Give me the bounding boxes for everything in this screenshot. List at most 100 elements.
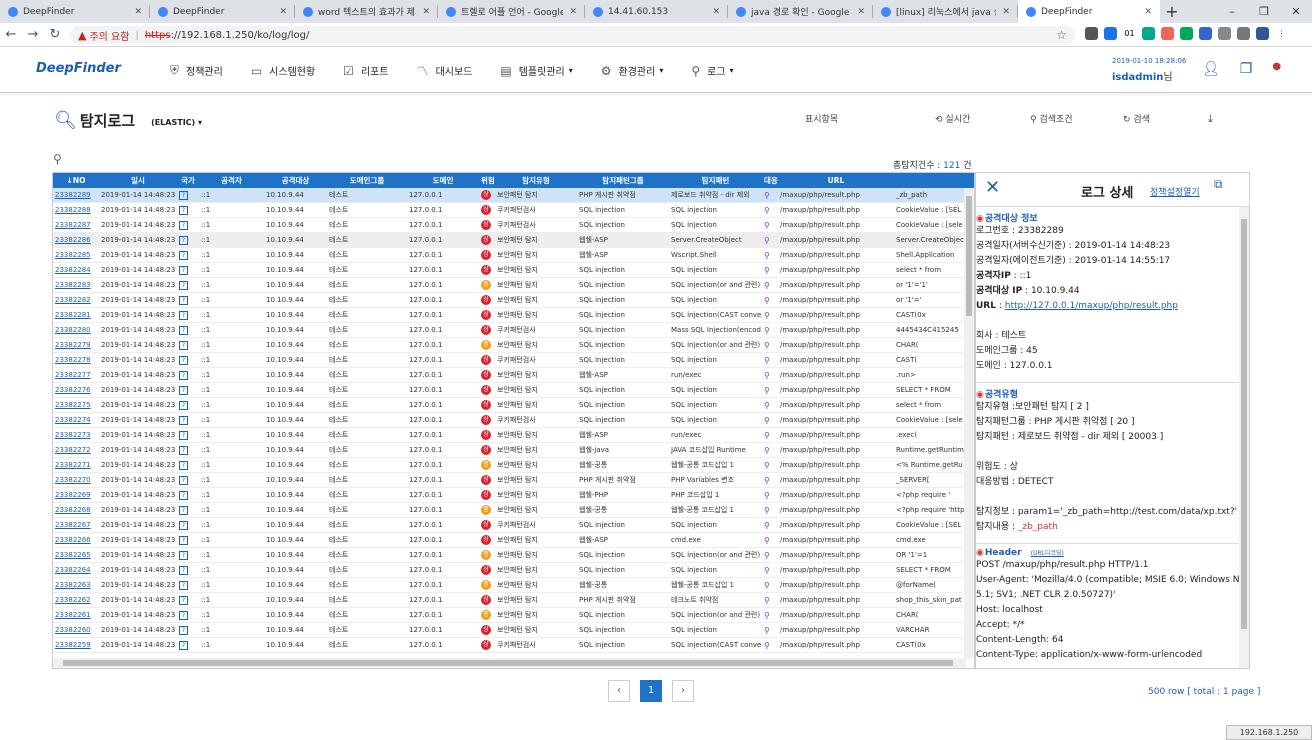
browser-tab[interactable]: java 경로 확인 - Google 검색✕ [728, 0, 873, 23]
log-no-link[interactable]: 23382271 [55, 461, 91, 469]
column-header[interactable]: 도메인그룹 [327, 175, 407, 186]
log-no-link[interactable]: 23382289 [55, 191, 91, 199]
next-page-button[interactable]: › [672, 680, 694, 702]
magnifier-icon[interactable]: ⚲ [764, 326, 770, 335]
table-row[interactable]: 23382282 2019-01-14 14:48:23?::1 10.10.9.4… [53, 293, 974, 308]
magnifier-icon[interactable]: ⚲ [764, 641, 770, 650]
forward-icon[interactable]: → [22, 27, 44, 42]
table-row[interactable]: 23382272 2019-01-14 14:48:23?::1 10.10.9.4… [53, 443, 974, 458]
extension-badge[interactable]: 01 [1123, 27, 1136, 40]
log-no-link[interactable]: 23382272 [55, 446, 91, 454]
new-tab-button[interactable]: + [1160, 0, 1184, 23]
detail-url-link[interactable]: http://127.0.0.1/maxup/php/result.php [1005, 301, 1178, 311]
column-header[interactable]: 위험 [479, 175, 495, 186]
display-items-button[interactable]: 표시항목 [805, 112, 838, 125]
menu-item[interactable]: ▭ 시스템현황 [251, 62, 315, 79]
url-input[interactable]: ▲ 주의 요함 | https ://192.168.1.250/ko/log/… [70, 26, 1075, 44]
close-icon[interactable]: ✕ [985, 177, 1000, 198]
menu-kebab-icon[interactable]: ⋮ [1275, 27, 1288, 40]
table-row[interactable]: 23382260 2019-01-14 14:48:23?::1 10.10.9.4… [53, 623, 974, 638]
username[interactable]: isdadmin님 [1112, 68, 1186, 83]
prev-page-button[interactable]: ‹ [608, 680, 630, 702]
magnifier-icon[interactable]: ⚲ [764, 581, 770, 590]
table-row[interactable]: 23382265 2019-01-14 14:48:23?::1 10.10.9.4… [53, 548, 974, 563]
magnifier-icon[interactable]: ⚲ [764, 356, 770, 365]
log-no-link[interactable]: 23382278 [55, 356, 91, 364]
magnifier-icon[interactable]: ⚲ [764, 206, 770, 215]
table-row[interactable]: 23382267 2019-01-14 14:48:23?::1 10.10.9.4… [53, 518, 974, 533]
page-button[interactable]: 1 [640, 680, 662, 702]
close-tab-icon[interactable]: ✕ [569, 7, 577, 17]
extension-icon[interactable] [1085, 27, 1098, 40]
column-header[interactable]: 탐지패턴 [669, 175, 762, 186]
close-tab-icon[interactable]: ✕ [422, 7, 430, 17]
table-row[interactable]: 23382287 2019-01-14 14:48:23?::1 10.10.9.4… [53, 218, 974, 233]
back-icon[interactable]: ← [0, 27, 22, 42]
column-header[interactable]: 공격대상 [264, 175, 327, 186]
magnifier-icon[interactable]: ⚲ [764, 251, 770, 260]
magnifier-icon[interactable]: ⚲ [764, 371, 770, 380]
menu-item[interactable]: ▤ 템플릿관리 ▾ [500, 62, 572, 79]
magnifier-icon[interactable]: ⚲ [764, 341, 770, 350]
magnifier-icon[interactable]: ⚲ [764, 536, 770, 545]
table-row[interactable]: 23382261 2019-01-14 14:48:23?::1 10.10.9.4… [53, 608, 974, 623]
table-row[interactable]: 23382273 2019-01-14 14:48:23?::1 10.10.9.4… [53, 428, 974, 443]
extension-icon[interactable] [1180, 27, 1193, 40]
magnifier-icon[interactable]: ⚲ [764, 461, 770, 470]
table-row[interactable]: 23382284 2019-01-14 14:48:23?::1 10.10.9.4… [53, 263, 974, 278]
profile-avatar[interactable] [1256, 27, 1269, 40]
minimize-icon[interactable]: – [1216, 0, 1248, 23]
menu-item[interactable]: ☑ 리포트 [343, 62, 388, 79]
window-icon[interactable]: ❐ [1240, 61, 1253, 77]
table-row[interactable]: 23382262 2019-01-14 14:48:23?::1 10.10.9.4… [53, 593, 974, 608]
table-row[interactable]: 23382264 2019-01-14 14:48:23?::1 10.10.9.4… [53, 563, 974, 578]
browser-tab[interactable]: DeepFinder ✕ [1018, 0, 1160, 23]
browser-tab[interactable]: DeepFinder ✕ [0, 0, 150, 23]
column-header[interactable]: 도메인 [407, 175, 479, 186]
extension-icon[interactable] [1142, 27, 1155, 40]
log-no-link[interactable]: 23382276 [55, 386, 91, 394]
grid-search-icon[interactable]: ⚲ [53, 152, 62, 166]
download-icon[interactable]: ⤓ [1208, 112, 1213, 126]
user-icon[interactable]: 👤︎ [1202, 61, 1220, 77]
browser-tab[interactable]: 14.41.60.153 ✕ [585, 0, 728, 23]
extension-icon[interactable] [1237, 27, 1250, 40]
magnifier-icon[interactable]: ⚲ [764, 551, 770, 560]
log-no-link[interactable]: 23382281 [55, 311, 91, 319]
table-row[interactable]: 23382278 2019-01-14 14:48:23?::1 10.10.9.4… [53, 353, 974, 368]
magnifier-icon[interactable]: ⚲ [764, 236, 770, 245]
table-row[interactable]: 23382285 2019-01-14 14:48:23?::1 10.10.9.4… [53, 248, 974, 263]
magnifier-icon[interactable]: ⚲ [764, 446, 770, 455]
grid-horizontal-scrollbar[interactable] [53, 658, 966, 668]
table-row[interactable]: 23382266 2019-01-14 14:48:23?::1 10.10.9.4… [53, 533, 974, 548]
close-window-icon[interactable]: ✕ [1280, 0, 1312, 23]
log-no-link[interactable]: 23382282 [55, 296, 91, 304]
flag-kr-icon[interactable]: ● [1272, 61, 1281, 77]
column-header[interactable]: ↓NO [53, 176, 99, 185]
browser-tab[interactable]: DeepFinder ✕ [150, 0, 295, 23]
magnifier-icon[interactable]: ⚲ [764, 401, 770, 410]
magnifier-icon[interactable]: ⚲ [764, 311, 770, 320]
external-link-icon[interactable]: ⧉ [1214, 177, 1223, 192]
table-row[interactable]: 23382263 2019-01-14 14:48:23?::1 10.10.9.4… [53, 578, 974, 593]
reload-icon[interactable]: ↻ [44, 27, 66, 42]
magnifier-icon[interactable]: ⚲ [764, 476, 770, 485]
magnifier-icon[interactable]: ⚲ [764, 611, 770, 620]
magnifier-icon[interactable]: ⚲ [764, 521, 770, 530]
log-no-link[interactable]: 23382265 [55, 551, 91, 559]
log-no-link[interactable]: 23382285 [55, 251, 91, 259]
close-tab-icon[interactable]: ✕ [1002, 7, 1010, 17]
magnifier-icon[interactable]: ⚲ [764, 416, 770, 425]
log-no-link[interactable]: 23382286 [55, 236, 91, 244]
bookmark-star-icon[interactable]: ☆ [1056, 28, 1067, 42]
grid-vertical-scrollbar[interactable] [964, 188, 974, 659]
magnifier-icon[interactable]: ⚲ [764, 296, 770, 305]
browser-tab[interactable]: [linux] 리눅스에서 java 설치✕ [873, 0, 1018, 23]
logo[interactable]: DeepFinder [36, 61, 121, 76]
close-tab-icon[interactable]: ✕ [1144, 7, 1152, 17]
log-no-link[interactable]: 23382283 [55, 281, 91, 289]
log-no-link[interactable]: 23382284 [55, 266, 91, 274]
column-header[interactable]: 대응방법 [762, 175, 778, 186]
magnifier-icon[interactable]: ⚲ [764, 596, 770, 605]
close-tab-icon[interactable]: ✕ [134, 7, 142, 17]
